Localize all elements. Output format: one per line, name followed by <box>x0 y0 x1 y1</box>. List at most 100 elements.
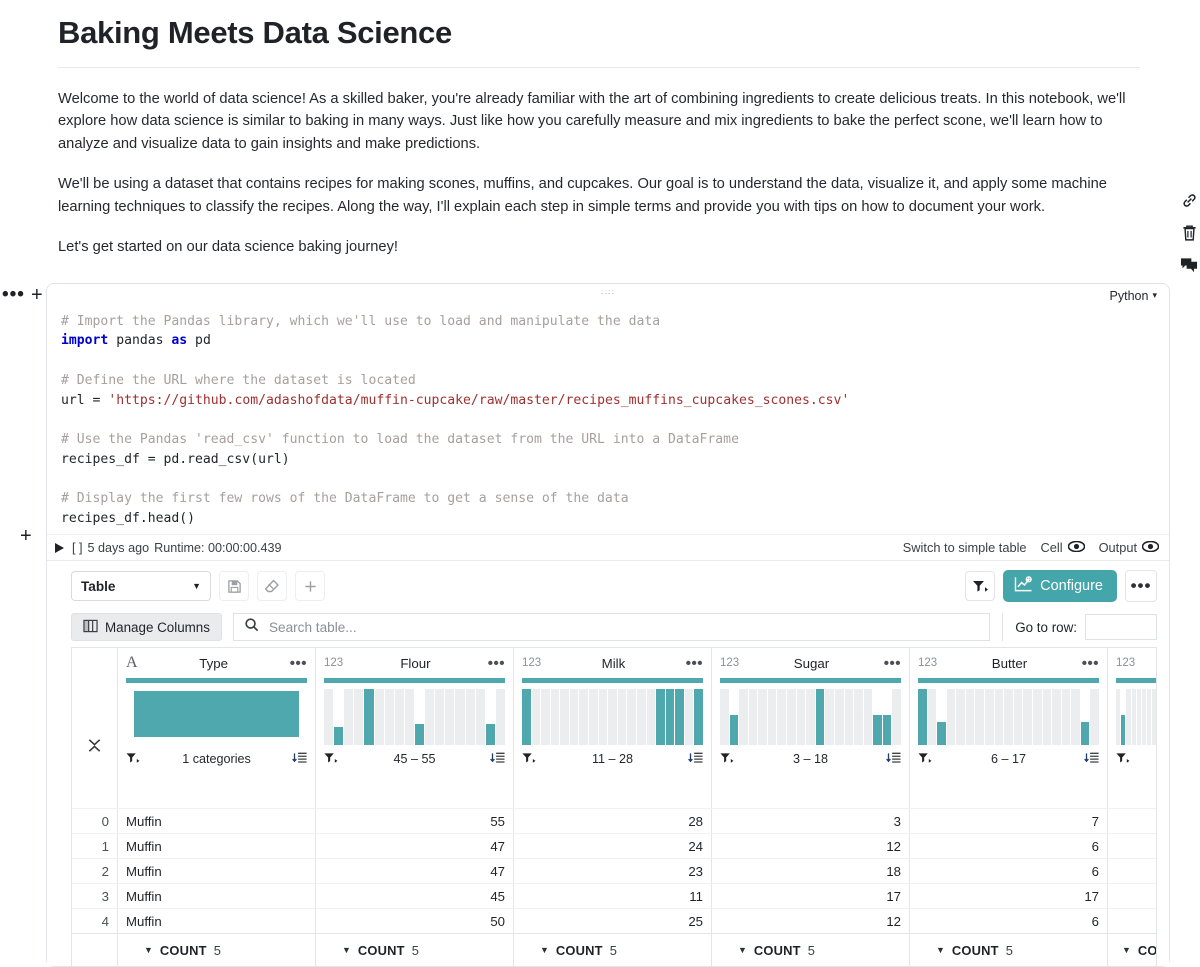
histogram-bar <box>656 689 665 746</box>
cell-status-bar: [ ] 5 days ago Runtime: 00:00:00.439 Swi… <box>47 534 1169 560</box>
drag-handle-icon[interactable]: ∷∷ <box>601 290 615 298</box>
search-input[interactable] <box>266 618 980 636</box>
column-sort-icon[interactable] <box>292 751 308 768</box>
chevron-down-icon: ▾ <box>1152 290 1157 301</box>
footer-agg-milk[interactable]: ▼ COUNT 5 <box>514 934 712 967</box>
clear-button[interactable] <box>257 571 287 602</box>
add-cell-above-icon[interactable]: + <box>31 285 43 305</box>
footer-agg-type[interactable]: ▼ COUNT 5 <box>118 934 316 967</box>
filter-button[interactable] <box>965 571 996 602</box>
output-visibility-toggle[interactable]: Output <box>1099 540 1160 555</box>
histogram-bar <box>825 689 834 746</box>
language-selector[interactable]: Python ▾ <box>1110 289 1157 303</box>
histogram-bar <box>1090 689 1099 746</box>
footer-agg-sugar[interactable]: ▼ COUNT 5 <box>712 934 910 967</box>
column-sort-icon[interactable] <box>490 751 506 768</box>
code-editor[interactable]: # Import the Pandas library, which we'll… <box>47 310 1169 535</box>
manage-columns-button[interactable]: Manage Columns <box>71 613 222 642</box>
footer-agg-value: 5 <box>1005 942 1013 958</box>
histogram-bar <box>560 689 569 746</box>
cell-visibility-toggle[interactable]: Cell <box>1041 540 1085 555</box>
histogram-bar <box>455 689 465 746</box>
code-kw-import: import <box>61 333 109 349</box>
histogram-bar <box>854 689 863 746</box>
search-table-field[interactable] <box>232 613 991 642</box>
histogram-bar <box>465 689 475 746</box>
code-import-mid: pandas <box>108 333 172 349</box>
chevron-down-icon: ▼ <box>192 581 201 592</box>
histogram-bar <box>956 689 965 746</box>
column-menu-icon[interactable]: ••• <box>290 656 307 671</box>
intro-paragraph-2: We'll be using a dataset that contains r… <box>58 176 1107 215</box>
histogram-bar <box>1080 721 1090 746</box>
cell-type: Muffin <box>118 809 316 834</box>
table-row[interactable]: 2 Muffin 47 23 18 6 <box>72 858 1156 884</box>
go-to-row-input[interactable] <box>1085 614 1157 641</box>
column-sort-icon[interactable] <box>886 751 902 768</box>
footer-agg-flour[interactable]: ▼ COUNT 5 <box>316 934 514 967</box>
collapse-stats-icon[interactable] <box>72 683 117 808</box>
table-row[interactable]: 0 Muffin 55 28 3 7 <box>72 808 1156 834</box>
histogram-bar <box>767 689 777 746</box>
row-index: 4 <box>72 909 118 934</box>
switch-to-simple-table-button[interactable]: Switch to simple table <box>903 540 1027 555</box>
column-menu-icon[interactable]: ••• <box>488 656 505 671</box>
configure-label: Configure <box>1040 578 1103 595</box>
histogram-bar <box>796 689 806 746</box>
column-menu-icon[interactable]: ••• <box>884 656 901 671</box>
eye-icon <box>1141 540 1160 555</box>
footer-agg-value: 5 <box>213 942 221 958</box>
intro-paragraph-3: Let's get started on our data science ba… <box>58 239 399 256</box>
column-header-milk[interactable]: 123 Milk ••• <box>514 648 711 678</box>
column-header-next[interactable]: 123 <box>1108 648 1156 678</box>
column-sort-icon[interactable] <box>688 751 704 768</box>
histogram-bar <box>1071 689 1080 746</box>
histogram-bar <box>684 689 694 746</box>
comment-icon[interactable] <box>1180 257 1198 274</box>
column-header-type[interactable]: A Type ••• <box>118 648 315 678</box>
histogram-bar <box>1023 689 1032 746</box>
histogram-bar <box>1147 689 1152 746</box>
column-menu-icon[interactable]: ••• <box>1082 656 1099 671</box>
add-view-button[interactable] <box>295 571 325 602</box>
column-stat-label: 6 – 17 <box>990 752 1026 767</box>
cell-more-icon[interactable]: ••• <box>2 285 25 304</box>
table-row[interactable]: 3 Muffin 45 11 17 17 <box>72 883 1156 909</box>
add-cell-below-icon[interactable]: + <box>20 525 32 548</box>
column-filter-icon[interactable] <box>719 751 735 768</box>
column-filter-icon[interactable] <box>323 751 339 768</box>
table-row[interactable]: 4 Muffin 50 25 12 6 <box>72 908 1156 934</box>
table-row[interactable]: 1 Muffin 47 24 12 6 <box>72 833 1156 859</box>
cell-milk: 24 <box>514 834 712 859</box>
cell-sugar: 12 <box>712 909 910 934</box>
trash-icon[interactable] <box>1181 224 1198 242</box>
table-more-button[interactable]: ••• <box>1125 570 1157 603</box>
last-run-time: 5 days ago <box>87 540 150 555</box>
column-header-butter[interactable]: 123 Butter ••• <box>910 648 1107 678</box>
grid-column-milk: 123 Milk ••• 11 – 28 <box>514 648 712 809</box>
markdown-cell: Baking Meets Data Science Welcome to the… <box>0 0 1200 259</box>
configure-button[interactable]: Configure <box>1003 570 1117 603</box>
grid-column-sugar: 123 Sugar ••• 3 – 18 <box>712 648 910 809</box>
column-filter-icon[interactable] <box>917 751 933 768</box>
column-header-flour[interactable]: 123 Flour ••• <box>316 648 513 678</box>
cell-sugar: 17 <box>712 884 910 909</box>
column-filter-icon[interactable] <box>125 751 141 768</box>
histogram-bar <box>675 689 684 746</box>
chevron-down-icon: ▼ <box>540 945 549 956</box>
code-line-comment: # Import the Pandas library, which we'll… <box>61 313 661 329</box>
view-type-select[interactable]: Table ▼ <box>71 571 211 602</box>
link-icon[interactable] <box>1181 192 1198 209</box>
column-sort-icon[interactable] <box>1084 751 1100 768</box>
column-filter-icon[interactable] <box>1115 751 1131 768</box>
footer-agg-next[interactable]: ▼ CO <box>1108 934 1156 966</box>
histogram-bar <box>550 689 560 746</box>
cell-visibility-label: Cell <box>1040 540 1063 556</box>
footer-agg-butter[interactable]: ▼ COUNT 5 <box>910 934 1108 967</box>
column-header-sugar[interactable]: 123 Sugar ••• <box>712 648 909 678</box>
column-filter-icon[interactable] <box>521 751 537 768</box>
save-button[interactable] <box>219 571 249 602</box>
columns-icon <box>83 619 98 636</box>
column-menu-icon[interactable]: ••• <box>686 656 703 671</box>
run-cell-icon[interactable] <box>55 542 64 553</box>
